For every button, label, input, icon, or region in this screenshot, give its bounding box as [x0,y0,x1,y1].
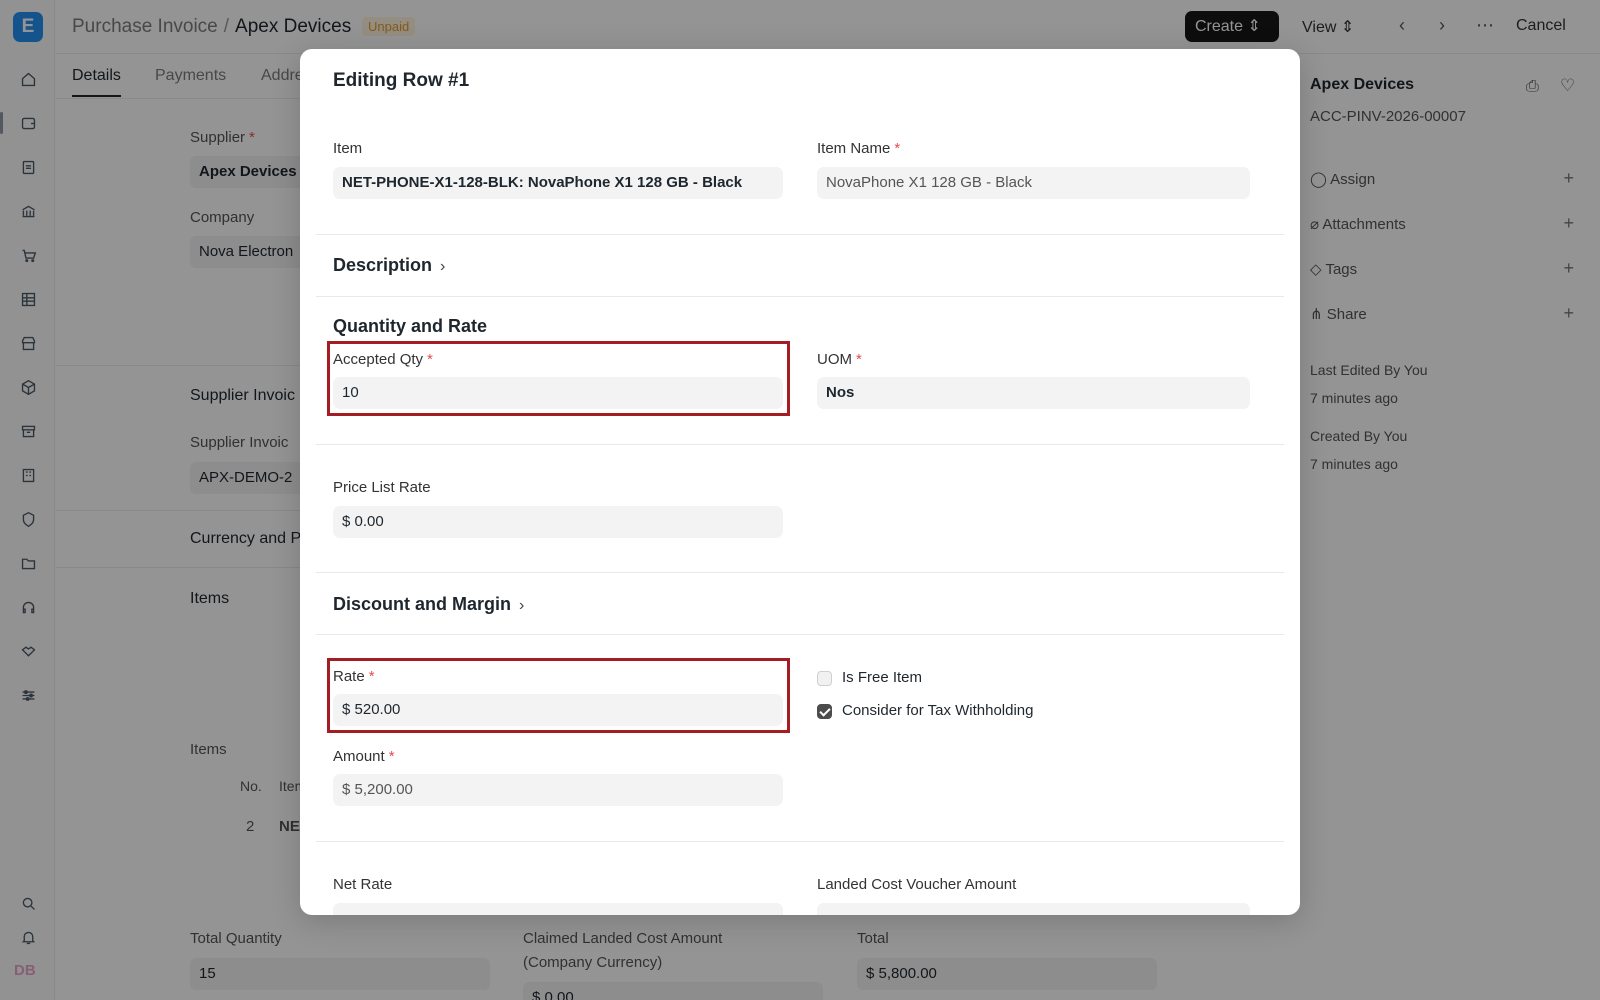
rate-field[interactable]: $ 520.00 [333,694,783,726]
discount-margin-section-title: Discount and Margin [333,594,512,614]
price-list-rate-field[interactable]: $ 0.00 [333,506,783,538]
required-marker: * [894,140,901,157]
amount-label: Amount * [333,748,395,765]
net-rate-label: Net Rate [333,876,393,893]
item-name-label-text: Item Name [817,140,891,157]
edit-row-dialog: Editing Row #1 Item NET-PHONE-X1-128-BLK… [300,49,1300,915]
required-marker: * [427,351,433,368]
chevron-right-icon: › [519,597,525,614]
amount-label-text: Amount [333,748,385,765]
price-list-rate-label: Price List Rate [333,479,431,496]
item-name-label: Item Name * [817,140,900,157]
uom-label-text: UOM [817,351,852,368]
item-field[interactable]: NET-PHONE-X1-128-BLK: NovaPhone X1 128 G… [333,167,783,199]
landed-cost-voucher-label: Landed Cost Voucher Amount [817,876,1017,893]
accepted-qty-field[interactable]: 10 [333,377,783,409]
chevron-right-icon: › [440,258,446,275]
rate-label: Rate * [333,668,375,685]
landed-cost-voucher-field[interactable] [817,903,1250,915]
amount-field[interactable]: $ 5,200.00 [333,774,783,806]
section-divider [316,634,1284,635]
item-label: Item [333,140,363,157]
rate-label-text: Rate [333,668,365,685]
discount-margin-section-toggle[interactable]: Discount and Margin › [333,594,524,615]
accepted-qty-label: Accepted Qty * [333,351,433,368]
uom-field[interactable]: Nos [817,377,1250,409]
is-free-item-checkbox[interactable] [817,671,832,686]
quantity-rate-section-title: Quantity and Rate [333,316,488,336]
required-marker: * [368,668,375,685]
section-divider [316,234,1284,235]
description-section-toggle[interactable]: Description › [333,255,445,276]
dialog-title: Editing Row #1 [333,70,470,91]
required-marker: * [388,748,395,765]
section-divider [316,841,1284,842]
net-rate-field[interactable] [333,903,783,915]
tax-withholding-label[interactable]: Consider for Tax Withholding [842,702,1033,719]
section-divider [316,572,1284,573]
tax-withholding-checkbox[interactable] [817,704,832,719]
section-divider [316,296,1284,297]
is-free-item-label[interactable]: Is Free Item [842,669,922,686]
accepted-qty-label-text: Accepted Qty [333,351,424,368]
section-divider [316,444,1284,445]
item-name-field[interactable]: NovaPhone X1 128 GB - Black [817,167,1250,199]
required-marker: * [856,351,862,368]
uom-label: UOM * [817,351,862,368]
description-section-title: Description [333,255,433,275]
